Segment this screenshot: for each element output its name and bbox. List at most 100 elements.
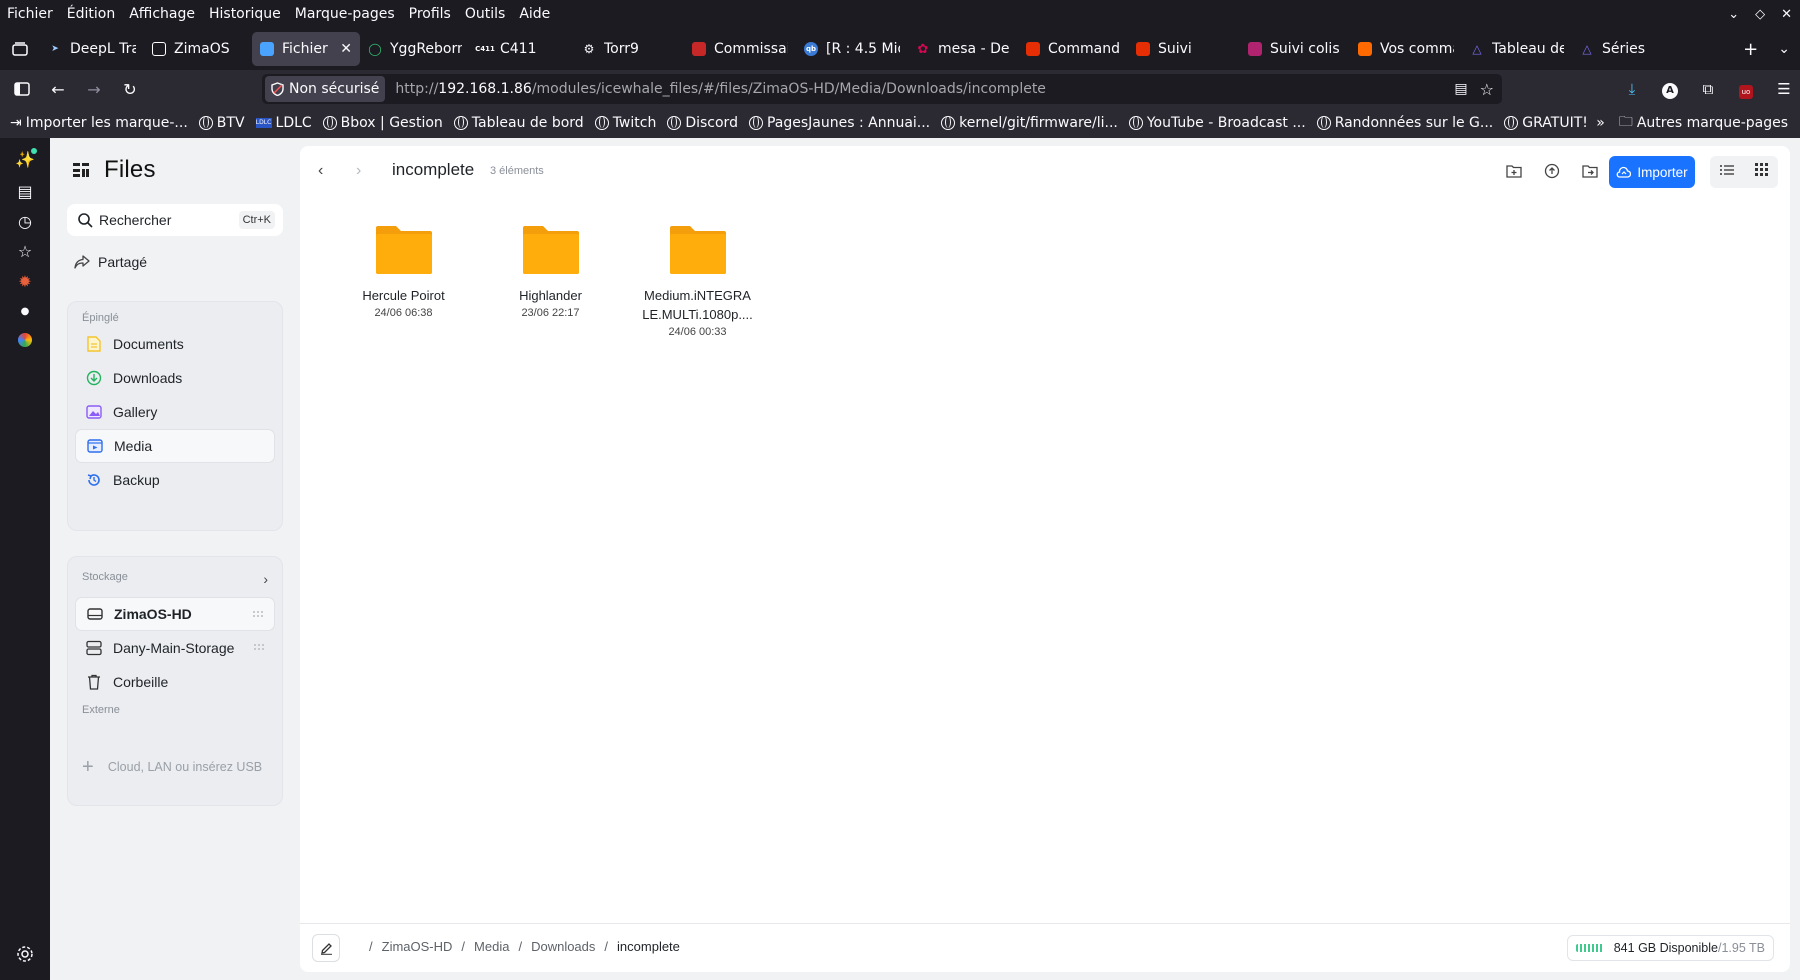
url-bar[interactable]: Non sécurisé http://192.168.1.86/modules… (262, 74, 1502, 104)
bookmark-ldlc[interactable]: LDLC LDLC (255, 115, 312, 131)
storage-header[interactable]: Stockage › (82, 571, 268, 587)
list-view-button[interactable] (1720, 163, 1735, 181)
menu-bookmarks[interactable]: Marque-pages (288, 6, 402, 22)
sidebar-item-documents[interactable]: Documents (75, 327, 275, 361)
tab-suivi-colis[interactable]: Suivi colis (1240, 32, 1350, 66)
bookmark-twitch[interactable]: Twitch (594, 115, 656, 131)
menu-tools[interactable]: Outils (458, 6, 512, 22)
storage-label: Stockage (82, 571, 128, 583)
drag-handle-icon[interactable] (252, 610, 264, 618)
media-icon (86, 437, 104, 455)
tab-tableau[interactable]: △ Tableau de (1462, 32, 1572, 66)
file-item[interactable]: Medium.iNTEGRALE.MULTi.1080p.... 24/06 0… (624, 224, 771, 338)
bookmark-youtube[interactable]: YouTube - Broadcast ... (1128, 115, 1306, 131)
chevron-double-right-icon[interactable]: » (1596, 115, 1605, 131)
reload-button[interactable]: ↻ (112, 70, 148, 108)
bookmarks-star-icon[interactable]: ☆ (15, 242, 35, 262)
extensions-icon[interactable]: ⧉ (1698, 80, 1718, 98)
file-item[interactable]: Highlander 23/06 22:17 (477, 224, 624, 338)
search-button[interactable]: Rechercher Ctr+K (67, 204, 283, 236)
reader-view-icon[interactable]: ▤ (1454, 81, 1467, 97)
sidebar-toggle-button[interactable] (4, 70, 40, 108)
tab-fichiers[interactable]: Fichiers✕ (252, 32, 360, 66)
history-icon[interactable]: ◷ (15, 212, 35, 232)
sidebar-item-gallery[interactable]: Gallery (75, 395, 275, 429)
minimize-icon[interactable]: ⌄ (1728, 7, 1739, 22)
back-button[interactable]: ← (40, 70, 76, 108)
move-to-button[interactable] (1580, 161, 1600, 181)
menu-help[interactable]: Aide (512, 6, 557, 22)
account-icon[interactable]: A (1660, 79, 1680, 99)
restore-icon[interactable]: ◇ (1755, 7, 1765, 22)
menu-file[interactable]: Fichier (0, 6, 60, 22)
bookmark-import[interactable]: ⇥ Importer les marque-... (10, 115, 188, 131)
ublock-icon[interactable]: uo (1736, 80, 1756, 99)
import-button[interactable]: Importer (1609, 156, 1695, 188)
tab-qbittorrent[interactable]: qb [R : 4.5 Mio (796, 32, 908, 66)
tab-list-button[interactable] (0, 28, 40, 70)
security-indicator[interactable]: Non sécurisé (265, 76, 386, 102)
bookmark-kernel-firmware[interactable]: kernel/git/firmware/li... (941, 115, 1118, 131)
menu-edit[interactable]: Édition (60, 6, 122, 22)
menu-view[interactable]: Affichage (122, 6, 202, 22)
url-text[interactable]: http://192.168.1.86/modules/icewhale_fil… (395, 81, 1046, 97)
gemini-icon[interactable] (15, 332, 35, 352)
tab-commission[interactable]: Commissai (684, 32, 796, 66)
tab-series[interactable]: △ Séries (1572, 32, 1682, 66)
chat-bubble-icon[interactable]: ● (15, 302, 35, 322)
forward-button[interactable]: → (76, 70, 112, 108)
close-window-icon[interactable]: ✕ (1781, 7, 1792, 22)
edit-path-button[interactable] (312, 934, 340, 962)
tab-suivi[interactable]: Suivi (1128, 32, 1240, 66)
synced-tabs-icon[interactable]: ▤ (15, 182, 35, 202)
drag-handle-icon[interactable] (253, 643, 265, 651)
tab-vos-commandes[interactable]: Vos comma (1350, 32, 1462, 66)
tab-c411[interactable]: C411 C411 (470, 32, 574, 66)
breadcrumb-item[interactable]: Downloads (531, 939, 595, 954)
file-item[interactable]: Hercule Poirot 24/06 06:38 (330, 224, 477, 338)
pinned-panel: Épinglé Documents Downloads Gallery Medi… (67, 301, 283, 531)
tab-deepl[interactable]: ➤DeepL Trad (40, 32, 144, 66)
new-tab-icon[interactable]: + (1743, 39, 1758, 60)
bookmark-discord[interactable]: Discord (667, 115, 738, 131)
add-external-storage[interactable]: + Cloud, LAN ou insérez USB (82, 747, 268, 787)
tab-yggreborn[interactable]: ◯ YggReborn (360, 32, 470, 66)
bookmark-tableau-de-bord[interactable]: Tableau de bord (453, 115, 584, 131)
storage-item-zimaos-hd[interactable]: ZimaOS-HD (75, 597, 275, 631)
bookmark-btv[interactable]: BTV (198, 115, 245, 131)
claude-icon[interactable]: ✹ (15, 272, 35, 292)
grid-view-button[interactable] (1754, 163, 1768, 181)
aliexpress-cart-icon (1136, 42, 1150, 56)
breadcrumb-item[interactable]: Media (474, 939, 509, 954)
close-tab-icon[interactable]: ✕ (340, 41, 352, 57)
menu-history[interactable]: Historique (202, 6, 288, 22)
ai-chat-icon[interactable]: ✨ (15, 148, 37, 170)
storage-item-corbeille[interactable]: Corbeille (75, 665, 275, 699)
bookmark-bbox[interactable]: Bbox | Gestion (322, 115, 443, 131)
breadcrumb-item[interactable]: ZimaOS-HD (382, 939, 453, 954)
other-bookmarks[interactable]: 🗀 Autres marque-pages (1619, 111, 1788, 135)
sidebar-item-downloads[interactable]: Downloads (75, 361, 275, 395)
sidebar-item-media[interactable]: Media (75, 429, 275, 463)
tab-torr9[interactable]: ⚙ Torr9 (574, 32, 684, 66)
sidebar-item-backup[interactable]: Backup (75, 463, 275, 497)
tab-mesa-debian[interactable]: ✿mesa - Deb (908, 32, 1018, 66)
nav-back-icon[interactable]: ‹ (318, 162, 323, 180)
bookmark-randonnees[interactable]: Randonnées sur le G... (1316, 115, 1493, 131)
list-all-tabs-icon[interactable]: ⌄ (1778, 41, 1790, 57)
app-menu-icon[interactable]: ☰ (1774, 80, 1794, 98)
folder-icon (375, 226, 432, 274)
settings-gear-icon[interactable] (15, 944, 35, 964)
menu-profiles[interactable]: Profils (402, 6, 458, 22)
storage-item-dany-main-storage[interactable]: Dany-Main-Storage (75, 631, 275, 665)
nav-forward-icon[interactable]: › (356, 162, 361, 180)
tab-commande[interactable]: Commande (1018, 32, 1128, 66)
upload-button[interactable] (1542, 161, 1562, 181)
bookmark-star-icon[interactable]: ☆ (1480, 80, 1494, 99)
aliexpress-icon (1026, 42, 1040, 56)
new-folder-button[interactable] (1504, 161, 1524, 181)
shared-link[interactable]: Partagé (74, 254, 147, 270)
tab-zimaos[interactable]: ZimaOS (144, 32, 252, 66)
downloads-icon[interactable]: ⤓ (1622, 80, 1642, 98)
bookmark-pagesjaunes[interactable]: PagesJaunes : Annuai... (748, 115, 930, 131)
